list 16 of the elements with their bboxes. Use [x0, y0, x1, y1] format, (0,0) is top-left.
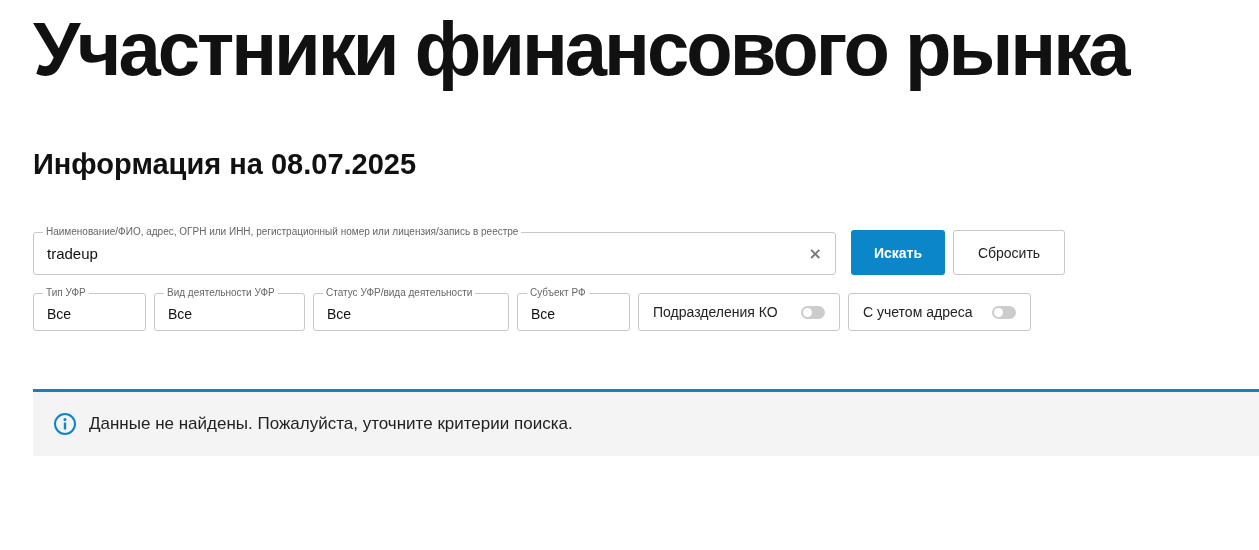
filter-select[interactable]: Статус УФР/вида деятельности Все	[313, 286, 509, 331]
toggle-label: С учетом адреса	[863, 304, 973, 320]
toggle-switch[interactable]	[801, 305, 825, 319]
page-title: Участники финансового рынка	[33, 5, 1130, 93]
toggle-switch[interactable]	[992, 305, 1016, 319]
filter-select[interactable]: Вид деятельности УФР Все	[154, 286, 305, 331]
notice-text: Данные не найдены. Пожалуйста, уточните критерии поиска.	[89, 414, 573, 434]
search-button[interactable]: Искать	[851, 230, 945, 275]
filter-select[interactable]: Тип УФР Все	[33, 286, 146, 331]
search-field[interactable]: Наименование/ФИО, адрес, ОГРН или ИНН, регистрационный номер или лицензия/запись в реестре tradeup ×	[33, 225, 836, 275]
filter-select[interactable]: Субъект РФ Все	[517, 286, 630, 331]
reset-button[interactable]: Сбросить	[953, 230, 1065, 275]
toggle-label: Подразделения КО	[653, 304, 778, 320]
date-heading: Информация на 08.07.2025	[33, 147, 418, 182]
info-icon	[53, 412, 77, 436]
clear-icon[interactable]: ×	[808, 244, 822, 263]
